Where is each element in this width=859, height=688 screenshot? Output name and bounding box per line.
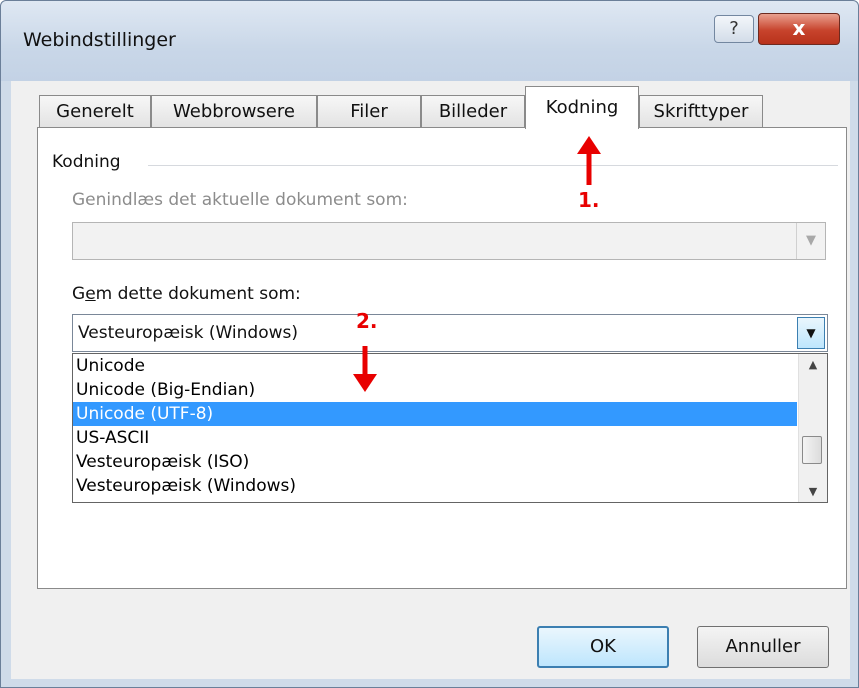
list-item-selected[interactable]: Unicode (UTF-8) (73, 402, 797, 426)
list-item[interactable]: Vesteuropæisk (ISO) (73, 450, 797, 474)
list-item[interactable]: Unicode (73, 354, 797, 378)
list-item[interactable]: Vesteuropæisk (Windows) (73, 474, 797, 498)
tab-webbrowsere[interactable]: Webbrowsere (151, 95, 317, 128)
scrollbar[interactable]: ▲ ▼ (798, 354, 827, 502)
tab-panel-kodning: Kodning Genindlæs det aktuelle dokument … (37, 127, 847, 589)
save-encoding-label: Gem dette dokument som: (72, 284, 301, 304)
tab-billeder[interactable]: Billeder (421, 95, 525, 128)
save-encoding-value: Vesteuropæisk (Windows) (78, 323, 299, 343)
web-options-dialog: Webindstillinger ? x Generelt Webbrowser… (0, 0, 859, 688)
tab-skrifttyper[interactable]: Skrifttyper (639, 95, 763, 128)
tab-kodning[interactable]: Kodning (525, 86, 639, 129)
scrollbar-thumb[interactable] (802, 436, 822, 464)
group-divider (148, 165, 838, 166)
dropdown-button[interactable]: ▼ (797, 317, 825, 349)
cancel-button[interactable]: Annuller (697, 626, 829, 668)
close-button[interactable]: x (758, 13, 840, 45)
reload-encoding-label: Genindlæs det aktuelle dokument som: (72, 190, 408, 210)
save-label-suffix: m dette dokument som: (95, 284, 301, 304)
save-label-accelerator: e (85, 284, 96, 304)
close-icon: x (792, 16, 806, 40)
dialog-title: Webindstillinger (23, 29, 176, 51)
help-button[interactable]: ? (714, 15, 754, 43)
chevron-down-icon: ▼ (796, 223, 825, 259)
tab-generelt[interactable]: Generelt (39, 95, 151, 128)
encoding-dropdown-list[interactable]: Unicode Unicode (Big-Endian) Unicode (UT… (72, 353, 828, 503)
save-label-prefix: G (72, 284, 86, 304)
reload-encoding-select: ▼ (72, 222, 826, 260)
annotation-step-2: 2. (356, 309, 378, 333)
dialog-body: Generelt Webbrowsere Filer Billeder Kodn… (11, 81, 850, 679)
annotation-step-1: 1. (578, 188, 600, 212)
list-item[interactable]: Unicode (Big-Endian) (73, 378, 797, 402)
chevron-down-icon: ▼ (806, 326, 816, 340)
save-encoding-select[interactable]: Vesteuropæisk (Windows) ▼ (72, 314, 828, 352)
scroll-up-icon[interactable]: ▲ (799, 358, 827, 371)
ok-button[interactable]: OK (537, 626, 669, 668)
help-icon: ? (729, 18, 739, 39)
list-item[interactable]: US-ASCII (73, 426, 797, 450)
title-bar[interactable]: Webindstillinger ? x (1, 1, 858, 81)
tab-filer[interactable]: Filer (317, 95, 421, 128)
group-label-kodning: Kodning (52, 152, 131, 172)
scroll-down-icon[interactable]: ▼ (799, 485, 827, 498)
